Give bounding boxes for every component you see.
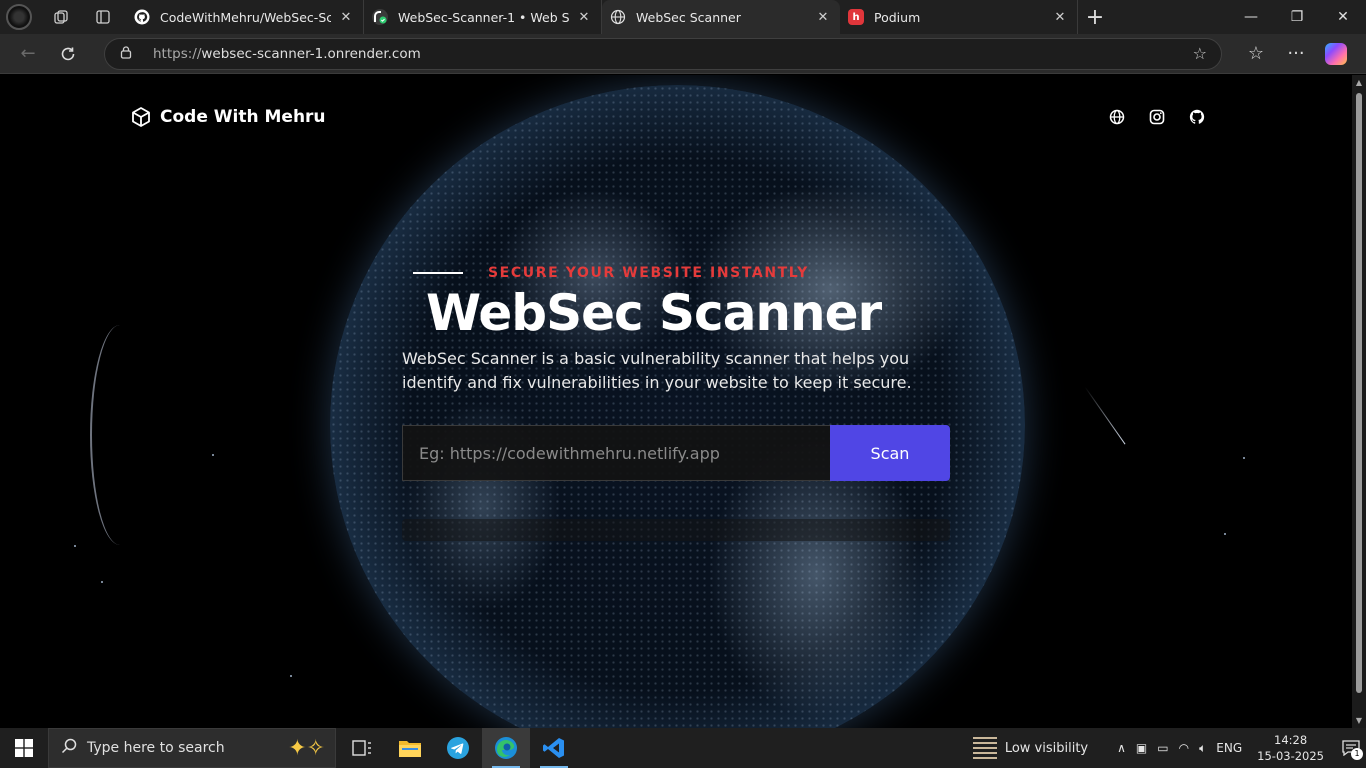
page-title: WebSec Scanner: [426, 284, 882, 342]
favorites-icon[interactable]: ☆: [1236, 37, 1276, 71]
wifi-icon[interactable]: ◠: [1179, 741, 1189, 755]
refresh-icon[interactable]: [48, 37, 88, 71]
fog-icon: [972, 737, 997, 759]
search-placeholder: Type here to search: [87, 740, 225, 756]
close-icon[interactable]: ✕: [814, 10, 832, 25]
light-streak: [1084, 386, 1126, 445]
url-host: websec-scanner-1.onrender.com: [201, 45, 421, 62]
tab-podium[interactable]: h Podium ✕: [840, 0, 1078, 34]
page-scrollbar[interactable]: ▲ ▼: [1352, 75, 1366, 728]
scroll-down-icon[interactable]: ▼: [1352, 716, 1366, 725]
instagram-icon[interactable]: [1148, 108, 1166, 126]
chevron-up-icon[interactable]: ∧: [1117, 741, 1126, 755]
scroll-thumb[interactable]: [1356, 93, 1362, 693]
scan-button[interactable]: Scan: [830, 425, 950, 481]
language-indicator[interactable]: ENG: [1216, 741, 1242, 755]
scan-form: Scan: [402, 425, 950, 481]
tagline-divider: [413, 272, 463, 274]
tab-title: WebSec-Scanner-1 • Web Service: [398, 9, 569, 25]
clock-time: 14:28: [1274, 733, 1308, 747]
render-icon: [372, 9, 388, 25]
workspaces-icon[interactable]: [46, 2, 76, 32]
globe-icon[interactable]: [1108, 108, 1126, 126]
url-field[interactable]: https://websec-scanner-1.onrender.com ☆: [104, 37, 1222, 70]
notification-center-icon[interactable]: 1: [1336, 728, 1366, 768]
notification-badge: 1: [1351, 748, 1363, 760]
close-icon[interactable]: ✕: [337, 10, 355, 25]
profile-avatar[interactable]: [6, 4, 32, 30]
close-icon[interactable]: ✕: [1051, 10, 1069, 25]
orbit-arc: [90, 325, 150, 545]
page-description: WebSec Scanner is a basic vulnerability …: [402, 349, 912, 392]
vscode-icon[interactable]: [530, 728, 578, 768]
globe-icon: [610, 9, 626, 25]
search-icon: [61, 738, 77, 758]
task-view-icon[interactable]: [338, 728, 386, 768]
volume-icon[interactable]: 🔈︎: [1199, 741, 1206, 756]
tab-github[interactable]: CodeWithMehru/WebSec-Scanne ✕: [126, 0, 364, 34]
clock-date: 15-03-2025: [1257, 749, 1324, 763]
copilot-icon[interactable]: [1316, 37, 1356, 71]
browser-tab-bar: CodeWithMehru/WebSec-Scanne ✕ WebSec-Sca…: [0, 0, 1366, 34]
tab-render[interactable]: WebSec-Scanner-1 • Web Service ✕: [364, 0, 602, 34]
lock-icon[interactable]: [119, 45, 139, 62]
tab-actions-icon[interactable]: [88, 2, 118, 32]
taskbar-search[interactable]: Type here to search ✦✧: [48, 728, 336, 768]
tagline: SECURE YOUR WEBSITE INSTANTLY: [488, 265, 809, 281]
edge-icon[interactable]: [482, 728, 530, 768]
social-links: [1108, 108, 1206, 126]
address-toolbar: ← https://websec-scanner-1.onrender.com …: [0, 34, 1366, 74]
result-area: [402, 519, 950, 541]
minimize-icon[interactable]: —: [1228, 0, 1274, 34]
tagline-row: SECURE YOUR WEBSITE INSTANTLY: [413, 265, 962, 281]
window-controls: — ❐ ✕: [1228, 0, 1366, 34]
hero-section: SECURE YOUR WEBSITE INSTANTLY WebSec Sca…: [402, 265, 962, 395]
podium-icon: h: [848, 9, 864, 25]
brand-name: Code With Mehru: [160, 107, 326, 127]
tab-title: CodeWithMehru/WebSec-Scanne: [160, 9, 331, 25]
windows-start-icon[interactable]: [0, 728, 48, 768]
url-protocol: https://: [153, 45, 202, 62]
battery-icon[interactable]: ▭: [1157, 741, 1168, 755]
meet-now-icon[interactable]: ▣: [1136, 741, 1147, 755]
page-viewport: Code With Mehru SECURE YOUR WEBSITE INST…: [0, 75, 1352, 728]
tab-websec-scanner[interactable]: WebSec Scanner ✕: [602, 0, 840, 34]
tab-title: WebSec Scanner: [636, 9, 741, 25]
site-logo[interactable]: Code With Mehru: [130, 106, 326, 128]
back-icon[interactable]: ←: [8, 37, 48, 71]
system-tray: Low visibility ∧ ▣ ▭ ◠ 🔈︎ ENG 14:28 15-0…: [972, 728, 1366, 768]
restore-icon[interactable]: ❐: [1274, 0, 1320, 34]
tab-title: Podium: [874, 9, 921, 25]
weather-widget[interactable]: Low visibility: [972, 737, 1089, 759]
telegram-icon[interactable]: [434, 728, 482, 768]
cube-icon: [132, 107, 150, 127]
close-icon[interactable]: ✕: [575, 10, 593, 25]
github-icon: [134, 9, 150, 25]
scroll-up-icon[interactable]: ▲: [1352, 78, 1366, 87]
earth-globe-background: [330, 85, 1025, 728]
clock[interactable]: 14:28 15-03-2025: [1257, 732, 1324, 764]
more-options-icon[interactable]: ···: [1276, 37, 1316, 71]
favorite-star-icon[interactable]: ☆: [1193, 44, 1207, 63]
new-tab-button[interactable]: +: [1078, 0, 1112, 34]
weather-text: Low visibility: [1004, 740, 1089, 756]
github-icon[interactable]: [1188, 108, 1206, 126]
close-window-icon[interactable]: ✕: [1320, 0, 1366, 34]
file-explorer-icon[interactable]: [386, 728, 434, 768]
windows-taskbar: Type here to search ✦✧ Low visibility ∧ …: [0, 728, 1366, 768]
url-input[interactable]: [402, 425, 830, 481]
sparkle-icon: ✦✧: [288, 735, 325, 761]
